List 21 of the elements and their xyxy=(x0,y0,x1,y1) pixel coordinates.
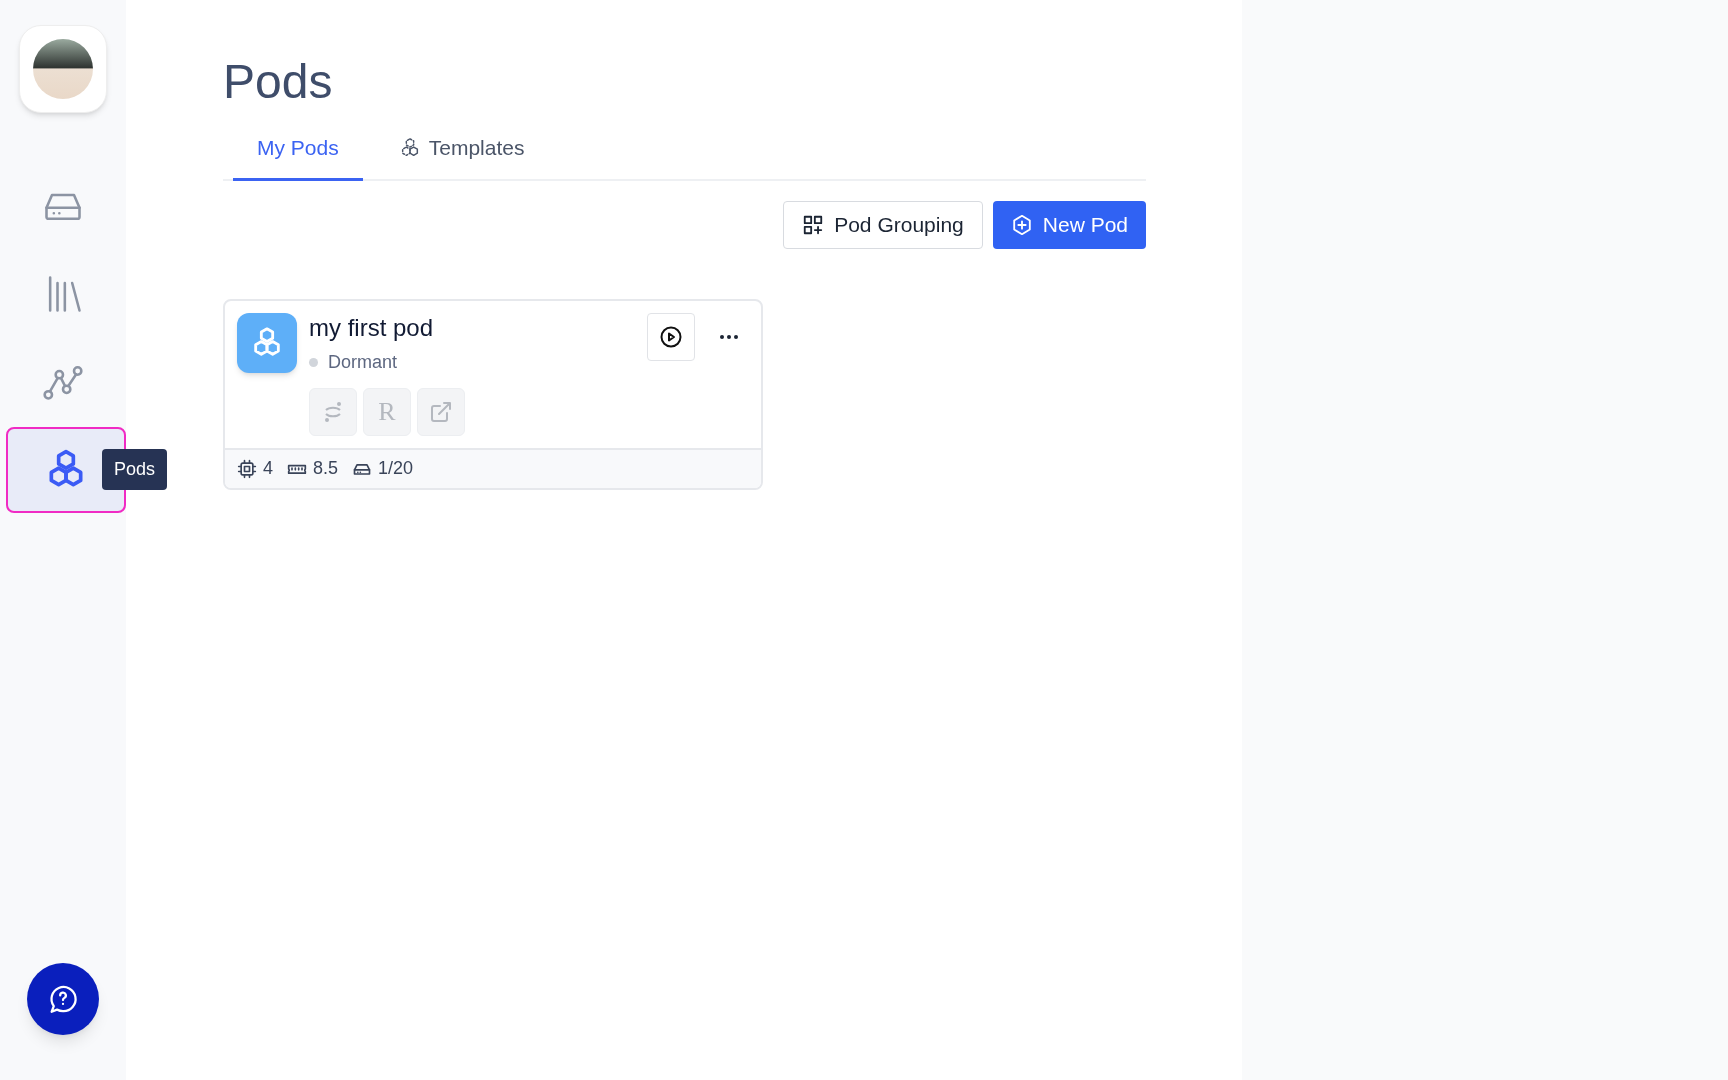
external-link-icon xyxy=(429,399,453,424)
more-icon xyxy=(719,333,739,340)
avatar xyxy=(33,39,93,99)
tab[interactable]: My Pods xyxy=(233,132,363,181)
chip-icon xyxy=(237,458,257,479)
pod-name: my first pod xyxy=(309,312,435,343)
new-pod-button[interactable]: New Pod xyxy=(992,200,1146,249)
spec-value: 1/20 xyxy=(378,457,414,480)
grid-plus-icon xyxy=(802,213,825,236)
play-icon xyxy=(659,324,683,349)
hexagon-plus-icon xyxy=(1010,213,1033,236)
start-button[interactable] xyxy=(647,312,695,361)
avatar-card[interactable] xyxy=(19,25,107,113)
tab[interactable]: Templates xyxy=(374,132,549,181)
tooltip: Pods xyxy=(102,449,168,490)
help-button[interactable] xyxy=(27,963,99,1035)
pod-status: Dormant xyxy=(328,350,398,374)
spec-value: 4 xyxy=(263,457,273,480)
page-title: Pods xyxy=(223,58,334,106)
pod-grouping-button[interactable]: Pod Grouping xyxy=(783,200,983,249)
spec-value: 8.5 xyxy=(313,457,339,480)
